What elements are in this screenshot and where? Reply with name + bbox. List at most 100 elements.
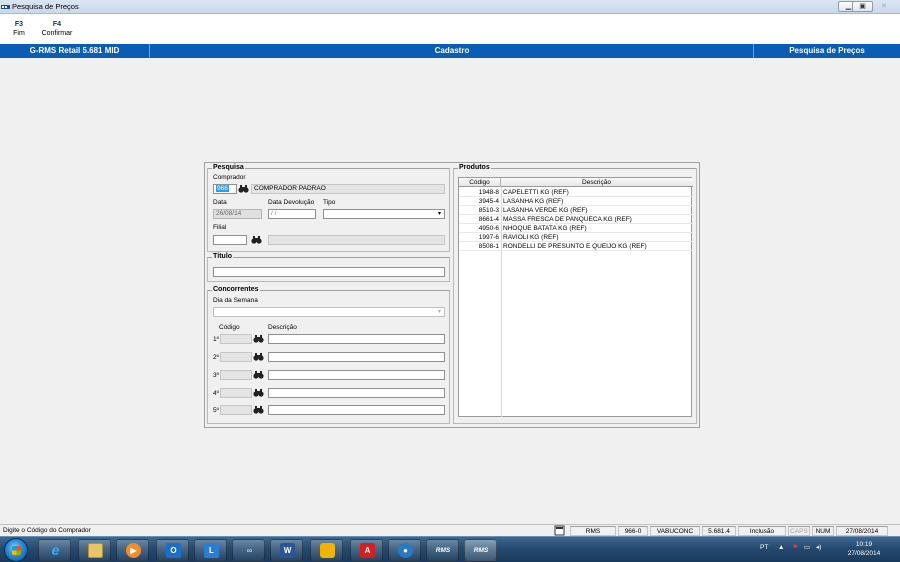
concorrente-codigo-input[interactable] — [220, 370, 252, 380]
table-row[interactable]: 8508-1 RONDELLI DE PRESUNTO E QUEIJO KG … — [459, 242, 693, 251]
taskbar-stack-button[interactable] — [310, 539, 343, 561]
function-key-bar: F3 Fim F4 Confirmar — [0, 14, 900, 44]
taskbar-clock[interactable]: 10:19 27/08/2014 — [840, 540, 888, 558]
taskbar-media-button[interactable]: ▶ — [116, 539, 149, 561]
tipo-label: Tipo — [323, 199, 336, 206]
binoculars-icon[interactable] — [253, 352, 264, 362]
cell-descricao: RAVIOLI KG (REF) — [503, 234, 559, 241]
comprador-code-value: 966 — [216, 185, 229, 192]
concorrentes-descricao-header: Descrição — [268, 324, 297, 331]
fkey-key: F4 — [52, 21, 62, 28]
flag-icon[interactable]: ⚑ — [792, 544, 798, 551]
document-icon — [554, 525, 565, 536]
volume-icon[interactable]: ◂) — [816, 544, 821, 551]
network-tray-icon[interactable]: ▭ — [804, 544, 810, 551]
binoculars-icon[interactable] — [253, 334, 264, 344]
close-button[interactable]: ✕ — [872, 1, 896, 12]
ie-icon: e — [51, 542, 60, 558]
remote-icon: ∞ — [246, 546, 253, 555]
explorer-icon — [88, 543, 103, 558]
column-header-codigo[interactable]: Código — [459, 178, 501, 187]
taskbar-acrobat-button[interactable]: A — [350, 539, 383, 561]
concorrente-descricao-field[interactable] — [268, 370, 445, 380]
taskbar-ie-button[interactable]: e — [38, 539, 71, 561]
produtos-legend: Produtos — [458, 164, 491, 171]
table-row[interactable]: 4950-6 NHOQUE BATATA KG (REF) — [459, 224, 693, 233]
dia-semana-label: Dia da Semana — [213, 297, 258, 304]
lync-icon: L — [204, 543, 219, 558]
table-row[interactable]: 3945-4 LASANHA KG (REF) — [459, 197, 693, 206]
tipo-select[interactable]: ▾ — [323, 209, 445, 219]
status-message: Digite o Código do Comprador — [3, 527, 91, 534]
version-label: G-RMS Retail 5.681 MID — [0, 44, 150, 58]
row-number: 2º — [213, 354, 219, 361]
cell-codigo: 4950-6 — [478, 225, 499, 232]
f4-confirmar-button[interactable]: F4 Confirmar — [38, 21, 76, 37]
taskbar-rms-button[interactable]: RMS — [464, 539, 497, 561]
cell-descricao: LASANHA KG (REF) — [503, 198, 564, 205]
taskbar-rms-button[interactable]: RMS — [426, 539, 459, 561]
filial-name-field — [268, 235, 445, 245]
cell-descricao: LASANHA VERDE KG (REF) — [503, 207, 588, 214]
taskbar-remote-button[interactable]: ∞ — [232, 539, 265, 561]
rms-icon: RMS — [473, 547, 489, 554]
filial-input[interactable] — [213, 235, 247, 245]
concorrente-descricao-field[interactable] — [268, 388, 445, 398]
produtos-table[interactable]: Código Descrição 1948-8 CAPELETTI KG (RE… — [458, 177, 693, 417]
row-number: 1º — [213, 336, 219, 343]
dia-semana-select[interactable]: ▾ — [213, 307, 445, 317]
concorrente-descricao-field[interactable] — [268, 405, 445, 415]
status-version: 5.681.4 — [702, 526, 736, 536]
binoculars-icon[interactable] — [238, 184, 249, 194]
cell-codigo: 8508-1 — [478, 243, 499, 250]
concorrente-descricao-field[interactable] — [268, 352, 445, 362]
binoculars-icon[interactable] — [253, 370, 264, 380]
cell-codigo: 1948-8 — [478, 189, 499, 196]
outlook-icon: O — [166, 543, 181, 558]
taskbar-explorer-button[interactable] — [78, 539, 111, 561]
module-header: G-RMS Retail 5.681 MID Cadastro Pesquisa… — [0, 44, 900, 58]
devolucao-input[interactable]: / / — [268, 209, 316, 219]
row-number: 3º — [213, 372, 219, 379]
titulo-input[interactable] — [213, 267, 445, 277]
windows-taskbar: e ▶ O L ∞ W A ● RMS RMS PT ▲ ⚑ ▭ ◂) 10:1… — [0, 536, 900, 562]
concorrente-descricao-field[interactable] — [268, 334, 445, 344]
data-label: Data — [213, 199, 227, 206]
data-input[interactable]: 26/08/14 — [213, 209, 262, 219]
titulo-legend: Título — [212, 253, 234, 260]
table-row[interactable]: 8510-3 LASANHA VERDE KG (REF) — [459, 206, 693, 215]
comprador-code-input[interactable]: 966 — [213, 184, 237, 194]
maximize-button[interactable]: ▣ — [852, 1, 873, 12]
taskbar-lync-button[interactable]: L — [194, 539, 227, 561]
binoculars-icon[interactable] — [251, 235, 262, 245]
comprador-label: Comprador — [213, 174, 246, 181]
concorrente-codigo-input[interactable] — [220, 352, 252, 362]
start-button[interactable] — [4, 538, 28, 562]
table-row[interactable]: 8661-4 MASSA FRESCA DE PANQUECA KG (REF) — [459, 215, 693, 224]
cell-codigo: 3945-4 — [478, 198, 499, 205]
binoculars-icon[interactable] — [253, 388, 264, 398]
concorrente-codigo-input[interactable] — [220, 405, 252, 415]
clock-date: 27/08/2014 — [847, 550, 881, 557]
concorrente-codigo-input[interactable] — [220, 334, 252, 344]
concorrentes-legend: Concorrentes — [212, 286, 260, 293]
cell-descricao: NHOQUE BATATA KG (REF) — [503, 225, 587, 232]
table-row[interactable]: 1997-6 RAVIOLI KG (REF) — [459, 233, 693, 242]
tray-expand-icon[interactable]: ▲ — [778, 544, 784, 551]
taskbar-outlook-button[interactable]: O — [156, 539, 189, 561]
status-user: VABUCONC — [650, 526, 700, 536]
language-indicator[interactable]: PT — [760, 544, 768, 551]
taskbar-network-button[interactable]: ● — [388, 539, 421, 561]
stack-icon — [320, 543, 335, 558]
concorrentes-codigo-header: Código — [219, 324, 240, 331]
f3-fim-button[interactable]: F3 Fim — [9, 21, 29, 37]
comprador-name-field: COMPRADOR PADRAO — [251, 184, 445, 194]
table-row[interactable]: 1948-8 CAPELETTI KG (REF) — [459, 188, 693, 197]
binoculars-icon[interactable] — [253, 405, 264, 415]
concorrente-codigo-input[interactable] — [220, 388, 252, 398]
cell-descricao: RONDELLI DE PRESUNTO E QUEIJO KG (REF) — [503, 243, 647, 250]
taskbar-word-button[interactable]: W — [270, 539, 303, 561]
column-header-descricao[interactable]: Descrição — [501, 178, 692, 187]
status-mode: Inclusão — [738, 526, 786, 536]
pesquisa-legend: Pesquisa — [212, 164, 245, 171]
